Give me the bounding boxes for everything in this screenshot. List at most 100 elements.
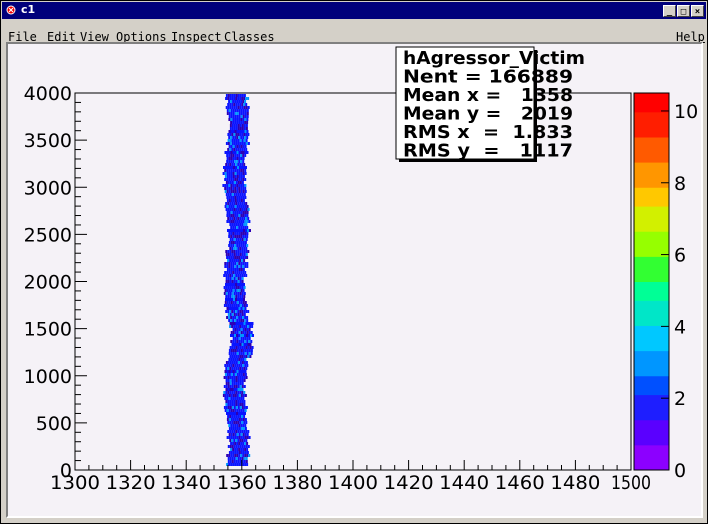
heatmap-cell [241,277,244,280]
heatmap-cell [227,193,230,196]
heatmap-cell [235,355,238,358]
heatmap-cell [227,382,230,385]
heatmap-cell [250,340,253,343]
heatmap-cell [236,235,239,238]
heatmap-cell [233,400,236,403]
heatmap-cell [222,184,225,187]
heatmap-cell [234,331,237,334]
palette-band [634,463,669,471]
heatmap-cell [233,376,236,379]
heatmap-cell [247,106,250,109]
heatmap-cell [231,247,234,250]
heatmap-cell [236,448,239,451]
heatmap-cell [243,250,246,253]
heatmap-cell [233,367,236,370]
heatmap-cell [233,283,235,286]
heatmap-cell [237,223,240,226]
heatmap-cell [235,253,238,256]
heatmap-cell [225,403,228,406]
heatmap-cell [240,118,243,121]
close-button[interactable]: × [691,5,704,17]
heatmap-cell [243,361,246,364]
maximize-button[interactable]: □ [677,5,690,17]
heatmap-cell [228,454,231,457]
heatmap-cell [230,118,233,121]
heatmap-cell [226,109,229,112]
heatmap-cell [242,319,245,322]
heatmap-cell [243,391,246,394]
heatmap-cell [227,280,230,283]
heatmap-cell [234,205,237,208]
plot-canvas[interactable]: 1300 1320 1340 1360 1380 1400 1420 1440 1460 1480… [6,42,703,518]
heatmap-cell [235,283,237,286]
heatmap-cell [246,451,249,454]
heatmap-cell [245,166,247,169]
heatmap-cell [245,253,248,256]
palette-band [634,143,669,151]
palette-band [634,432,669,440]
heatmap-cell [231,355,234,358]
heatmap-cell [230,289,233,292]
heatmap-cell [237,97,240,100]
heatmap-cell [241,403,244,406]
heatmap-cell [239,406,242,409]
heatmap-cell [236,157,239,160]
heatmap-cell [233,343,236,346]
heatmap-cell [248,220,251,223]
heatmap-cell [242,130,245,133]
heatmap-cell [227,388,230,391]
heatmap-cell [232,115,235,118]
heatmap-cell [224,151,227,154]
title-bar[interactable]: c1 _ □ × [2,2,706,19]
heatmap-cell [236,337,239,340]
heatmap-cell [227,133,230,136]
heatmap-cell [228,157,231,160]
heatmap-cell [231,163,234,166]
heatmap-cell [238,289,241,292]
heatmap-cell [229,295,232,298]
palette-band [634,187,669,195]
heatmap-cell [244,331,247,334]
heatmap-cell [234,328,237,331]
heatmap-cell [244,352,247,355]
heatmap-cell [238,268,241,271]
heatmap-cell [234,265,237,268]
heatmap-cell [228,256,231,259]
heatmap-cell [244,184,247,187]
heatmap-cell [232,100,235,103]
heatmap-cell [232,154,235,157]
palette-band [634,363,669,370]
palette-band [634,199,669,207]
z-tick-label: 0 [674,460,686,482]
heatmap-cell [243,238,246,241]
heatmap-cell [230,436,233,439]
heatmap-cell [230,370,233,373]
heatmap-cell [244,364,247,367]
heatmap-cell [223,274,226,277]
heatmap-cell [244,154,247,157]
heatmap-cell [242,145,245,148]
heatmap-cell [241,367,244,370]
y-tick-label: 3500 [24,130,72,152]
heatmap-cell [226,370,229,373]
heatmap-cell [233,439,236,442]
minimize-button[interactable]: _ [663,5,676,17]
palette-band [634,306,669,314]
heatmap-cell [246,319,249,322]
palette-band [634,206,669,213]
heatmap-cell [244,151,247,154]
heatmap-cell [237,460,240,463]
heatmap-cell [250,334,252,337]
heatmap-cell [238,256,241,259]
heatmap-cell [251,322,254,325]
heatmap-cell [241,388,244,391]
heatmap-cell [230,364,233,367]
heatmap-cell [235,94,238,97]
heatmap-cell [245,148,248,151]
heatmap-cell [242,418,245,421]
heatmap-cell [240,175,243,178]
palette-band [634,356,669,364]
heatmap-cell [224,187,227,190]
heatmap-cell [244,196,247,199]
heatmap-cell [245,421,248,424]
